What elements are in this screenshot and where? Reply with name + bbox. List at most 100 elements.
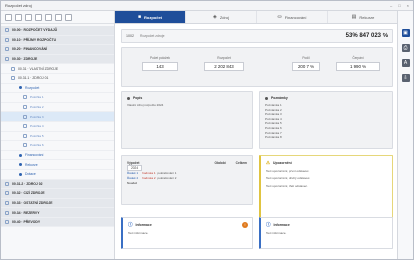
wallet-icon[interactable]: ▣ [401, 29, 410, 37]
record-header: 1002 Rozpočet zdroje 53% 847 023 ℅ [121, 29, 393, 43]
kpi-value[interactable]: 2 202 843 [204, 62, 244, 71]
kpi-label: Čerpání [352, 56, 364, 60]
notification-badge-icon[interactable]: ! [242, 222, 248, 228]
main-content: 1002 Rozpočet zdroje 53% 847 023 ℅ Počet… [121, 29, 393, 259]
tree-item[interactable]: 00.31 · VLASTNÍ ZDROJE [1, 64, 114, 74]
print-icon[interactable] [65, 13, 72, 21]
tab-icon: ▤ [351, 14, 357, 20]
download-icon[interactable]: ⇩ [401, 74, 410, 82]
calc-line-text: pokračování 1 [157, 170, 177, 175]
folder-icon [5, 181, 9, 186]
tree-item[interactable]: Položka 6 [1, 141, 114, 151]
kpi-label: Rozpočet [217, 56, 231, 60]
window-title: Rozpočet zdroj [5, 3, 32, 8]
expand-icon[interactable] [45, 13, 52, 21]
tab-label: Financování [284, 14, 307, 20]
tab-icon: ⛀ [277, 14, 282, 20]
list-icon[interactable] [35, 13, 42, 21]
folder-icon [23, 124, 27, 129]
folder-icon [11, 76, 15, 81]
tree-item[interactable]: 00.40 · PŘEVODY [1, 217, 114, 228]
kpi-count: Počet položek 143 [142, 56, 178, 71]
folder-icon [23, 133, 27, 138]
tree-item[interactable]: 00.33 · OSTATNÍ ZDROJE [1, 198, 114, 209]
note-title: Upozornění [273, 161, 292, 165]
tree-item[interactable]: Financování [1, 151, 114, 161]
tree-item[interactable]: 00.34 · REZERVY [1, 208, 114, 218]
panel-title: Popis [133, 96, 143, 100]
tree-item-label: Financování [25, 153, 44, 158]
record-total: 53% 847 023 ℅ [345, 33, 388, 39]
description-panel: Popis Vlastní zdroj rozpočtu 2024 [121, 91, 253, 149]
tree-item[interactable]: 00.10 · PŘÍJMY ROZPOČTU [1, 35, 114, 46]
tab-0[interactable]: ■ Rozpočet [115, 11, 186, 23]
folder-icon [5, 200, 9, 205]
tree-item-label: Rekurze [25, 162, 38, 167]
folder-icon [5, 37, 9, 42]
title-bar: Rozpočet zdroj – □ × [1, 1, 413, 11]
kpi-label: Počet položek [149, 56, 171, 60]
panel-title: Poznámky [271, 96, 288, 100]
folder-icon [5, 210, 9, 215]
text-icon[interactable]: A [401, 59, 410, 67]
tree-item[interactable]: 00.32 · CIZÍ ZDROJE [1, 189, 114, 199]
tree-item[interactable]: Položka 5 [1, 132, 114, 142]
bullet-icon [127, 96, 130, 100]
kpi-value[interactable]: 1 990 ℅ [336, 62, 380, 71]
tree-item[interactable]: Rozpočet [1, 84, 114, 94]
tree-item-label: 00.40 · PŘEVODY [12, 220, 41, 225]
info-note-secondary: ⓘ Informace Text informace. [259, 217, 393, 249]
plus-icon[interactable] [15, 13, 22, 21]
calculation-panel: Výpočet Období Celkem 2024 Řádek 1 hodno… [121, 155, 253, 205]
kpi-panel: Počet položek 143 Rozpočet 2 202 843 Pod… [121, 47, 393, 87]
tab-2[interactable]: ⛀ Financování [257, 11, 328, 23]
tab-1[interactable]: ◈ Zdroj [186, 11, 257, 23]
tree-item[interactable]: Položka 3 [1, 112, 114, 122]
sidebar: 00.00 · ROZPOČET VÝDAJŮ 00.10 · PŘÍJMY RO… [1, 11, 115, 259]
tree-item-label: 00.32 · CIZÍ ZDROJE [12, 191, 45, 196]
note-paragraph: Text upozornění, druhý odstavec. [266, 176, 311, 181]
tree-item[interactable]: 00.00 · ROZPOČET VÝDAJŮ [1, 26, 114, 36]
folder-icon [23, 114, 27, 119]
minimize-button[interactable]: – [390, 3, 392, 8]
printer-icon[interactable]: ⎙ [401, 44, 410, 52]
tree-item[interactable]: Dotace [1, 170, 114, 180]
tree-item[interactable]: Položka 2 [1, 103, 114, 113]
tab-3[interactable]: ▤ Rekurze [328, 11, 399, 23]
kpi-value[interactable]: 143 [142, 62, 178, 71]
tree-item[interactable]: 00.31.2 · ZDROJ 02 [1, 179, 114, 190]
notes-panel: Poznámky Poznámka 1 Poznámka 2 Poznámka 3P… [259, 91, 393, 149]
filter-icon[interactable] [25, 13, 32, 21]
tree-item-label: Položka 5 [30, 133, 44, 138]
tree-item[interactable]: Položka 4 [1, 122, 114, 132]
description-text: Vlastní zdroj rozpočtu 2024 [127, 103, 164, 107]
note-text: Text informace. [266, 231, 287, 235]
folder-icon [23, 105, 27, 110]
tab-label: Rozpočet [144, 14, 163, 20]
tree-item[interactable]: 00.31.1 · ZDROJ 01 [1, 74, 114, 84]
kpi-value[interactable]: 200 7 ℅ [292, 62, 320, 71]
folder-icon [23, 95, 27, 100]
kpi-share: Podíl 200 7 ℅ [292, 56, 320, 71]
maximize-button[interactable]: □ [398, 3, 400, 8]
tree-item-label: 00.33 · OSTATNÍ ZDROJE [12, 200, 53, 205]
calc-col1: Období [214, 160, 226, 165]
note-text: Text informace. [128, 231, 149, 235]
calc-col2: Celkem [235, 160, 247, 165]
tree-item-label: Položka 6 [30, 143, 44, 148]
tree-item-label: 00.30 · ZDROJE [12, 57, 38, 62]
tree-item-label: Rozpočet [25, 85, 40, 90]
tab-icon: ■ [137, 14, 142, 20]
calc-line-label: Řádek 1 [127, 170, 139, 175]
tree-item[interactable]: Rekurze [1, 160, 114, 170]
close-button[interactable]: × [407, 3, 409, 8]
search-icon[interactable] [5, 13, 12, 21]
tree-item-label: 00.34 · REZERVY [12, 210, 40, 215]
tree-item[interactable]: 00.20 · FINANCOVÁNÍ [1, 45, 114, 55]
tree-item[interactable]: Položka 1 [1, 93, 114, 103]
right-toolbar: ▣ ⎙ A ⇩ [397, 11, 413, 259]
folder-icon [5, 47, 9, 52]
collapse-icon[interactable] [55, 13, 62, 21]
tab-bar: ■ Rozpočet ◈ Zdroj ⛀ Financování ▤ Rekurze [115, 11, 399, 24]
tree-item[interactable]: 00.30 · ZDROJE [1, 54, 114, 65]
